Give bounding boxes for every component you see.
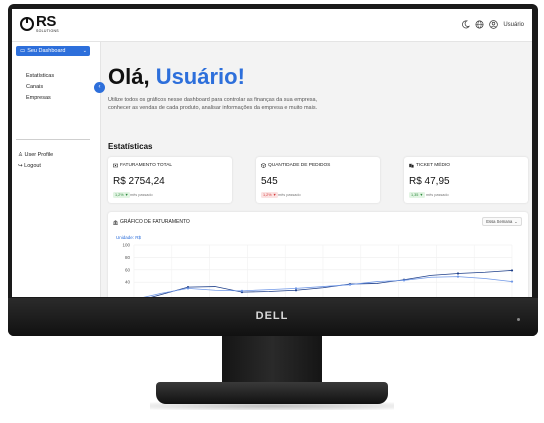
- logo-main-text: RS: [36, 13, 56, 30]
- badge-note: mês passado: [130, 193, 153, 197]
- user-profile-link[interactable]: ♙ User Profile: [18, 152, 53, 158]
- greeting-prefix: Olá,: [108, 64, 156, 89]
- page-title: Olá, Usuário!: [108, 64, 245, 90]
- stat-card-pedidos: QUANTIDADE DE PEDIDOS 545 1,2% ▼ mês pas…: [256, 157, 380, 203]
- data-point: [456, 275, 460, 278]
- card-value: 545: [261, 176, 278, 187]
- box-icon: [261, 163, 266, 168]
- screen: RS SOLUTIONS Usuário ▭ Seu Dashboard ⌄ E…: [12, 9, 532, 297]
- data-point: [294, 287, 298, 290]
- user-icon: ♙: [18, 152, 23, 158]
- user-circle-icon[interactable]: [489, 20, 499, 29]
- dashboard-icon: ▭: [20, 48, 26, 54]
- stat-card-faturamento: FATURAMENTO TOTAL R$ 2754,24 1,2% ▼ mês …: [108, 157, 232, 203]
- sidebar-divider: [16, 139, 90, 140]
- badge-note: mês passado: [426, 193, 449, 197]
- top-bar: RS SOLUTIONS Usuário: [12, 9, 532, 42]
- status-badge: 1,2% ▼: [261, 192, 279, 198]
- data-point: [186, 287, 190, 290]
- logout-icon: ↪: [18, 163, 23, 169]
- revenue-line-chart: Unidade: R$ 100 80 60 40: [116, 235, 514, 297]
- badge-note: mês passado: [278, 193, 301, 197]
- power-logo-icon: [20, 16, 34, 31]
- data-point: [510, 280, 514, 283]
- dell-logo: DELL: [255, 310, 289, 322]
- monitor-stand-neck: [222, 336, 322, 386]
- sidebar: ▭ Seu Dashboard ⌄ Estatísticas Canais Em…: [12, 42, 101, 297]
- moon-icon[interactable]: [461, 20, 471, 29]
- section-title: Estatísticas: [108, 142, 153, 151]
- intro-text: Utilize todos os gráficos nesse dashboar…: [108, 97, 318, 111]
- card-title: QUANTIDADE DE PEDIDOS: [268, 163, 331, 168]
- revenue-chart-card: GRÁFICO DE FATURAMENTO Essa Semana ⌄ Unid…: [108, 212, 528, 297]
- card-title: FATURAMENTO TOTAL: [120, 163, 173, 168]
- y-tick-label: 40: [125, 280, 131, 285]
- logo-sub-text: SOLUTIONS: [36, 29, 59, 33]
- sidebar-item-label: Seu Dashboard: [27, 48, 66, 54]
- greeting-name: Usuário!: [155, 64, 245, 89]
- status-badge: 1,2% ▼: [113, 192, 131, 198]
- y-tick-label: 100: [122, 243, 130, 248]
- user-name-label[interactable]: Usuário: [503, 22, 524, 28]
- y-tick-label: 80: [125, 255, 131, 260]
- logout-label: Logout: [24, 163, 41, 169]
- chart-unit-label: Unidade: R$: [116, 235, 142, 240]
- sidebar-collapse-button[interactable]: ‹: [94, 82, 105, 93]
- sidebar-item-dashboard[interactable]: ▭ Seu Dashboard ⌄: [16, 46, 90, 56]
- data-point: [402, 279, 406, 282]
- status-badge: 1,35 ▼: [409, 192, 426, 198]
- chevron-down-icon: ⌄: [82, 48, 87, 54]
- stat-card-ticket: TICKET MÉDIO R$ 47,95 1,35 ▼ mês passado: [404, 157, 528, 203]
- data-point: [510, 269, 514, 272]
- data-point: [456, 272, 460, 275]
- user-profile-label: User Profile: [24, 152, 54, 158]
- power-indicator: [517, 318, 520, 321]
- card-title: TICKET MÉDIO: [416, 163, 451, 168]
- card-value: R$ 2754,24: [113, 176, 165, 187]
- sidebar-item-estatisticas[interactable]: Estatísticas: [26, 73, 54, 79]
- ticket-icon: [409, 163, 414, 168]
- globe-icon[interactable]: [475, 20, 484, 29]
- sidebar-item-canais[interactable]: Canais: [26, 84, 43, 90]
- sidebar-item-empresas[interactable]: Empresas: [26, 95, 51, 101]
- chevron-left-icon: ‹: [98, 84, 101, 90]
- card-value: R$ 47,95: [409, 176, 450, 187]
- monitor-stand-base: [156, 382, 388, 404]
- data-point: [348, 283, 352, 286]
- y-tick-label: 60: [125, 267, 131, 272]
- logout-link[interactable]: ↪ Logout: [18, 163, 41, 169]
- rs-solutions-logo[interactable]: RS SOLUTIONS: [20, 14, 59, 34]
- data-point: [240, 289, 244, 292]
- main-content: Olá, Usuário! Utilize todos os gráficos …: [108, 42, 528, 297]
- money-icon: [113, 163, 118, 168]
